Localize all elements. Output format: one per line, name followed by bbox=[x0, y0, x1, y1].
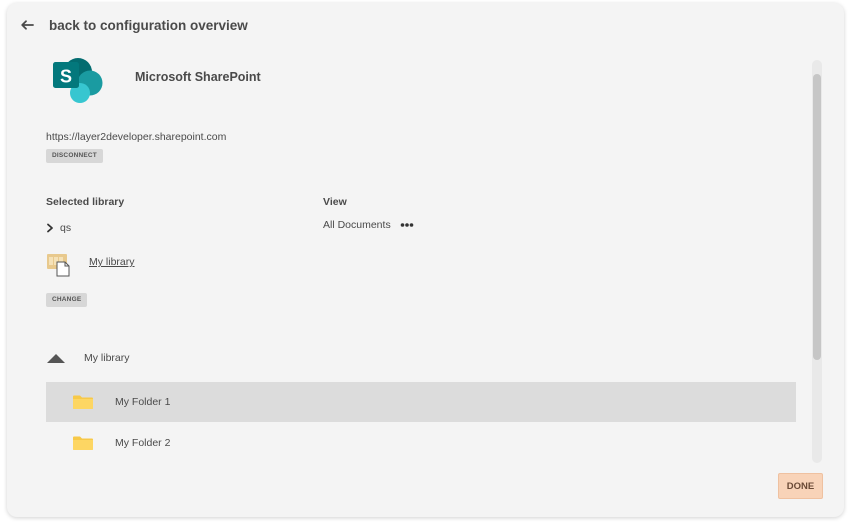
configuration-panel: back to configuration overview S Microso… bbox=[7, 3, 844, 517]
view-value: All Documents bbox=[323, 219, 391, 231]
chevron-right-icon[interactable] bbox=[46, 223, 54, 233]
site-url: https://layer2developer.sharepoint.com bbox=[46, 131, 227, 143]
disconnect-button[interactable]: DISCONNECT bbox=[46, 149, 103, 163]
sharepoint-logo-icon: S bbox=[53, 58, 103, 103]
folder-tree-root-label: My library bbox=[84, 352, 130, 364]
library-document-icon bbox=[47, 254, 70, 277]
folder-name: My Folder 1 bbox=[115, 396, 171, 408]
scroll-content: S Microsoft SharePoint https://layer2dev… bbox=[7, 51, 817, 463]
triangle-up-icon[interactable] bbox=[46, 353, 66, 363]
svg-text:S: S bbox=[60, 67, 72, 87]
scrollbar-thumb[interactable] bbox=[813, 74, 821, 360]
back-link[interactable]: back to configuration overview bbox=[49, 18, 248, 33]
folder-name: My Folder 2 bbox=[115, 437, 171, 449]
done-button[interactable]: DONE bbox=[778, 473, 823, 499]
arrow-left-icon[interactable] bbox=[19, 17, 35, 33]
tree-node-qs[interactable]: qs bbox=[60, 222, 71, 234]
folder-row[interactable]: My Folder 2 bbox=[46, 423, 796, 463]
service-name: Microsoft SharePoint bbox=[135, 70, 261, 84]
change-button[interactable]: CHANGE bbox=[46, 293, 88, 307]
view-label: View bbox=[323, 196, 347, 208]
folder-tree-header[interactable]: My library bbox=[46, 348, 806, 368]
selected-library-label: Selected library bbox=[46, 196, 125, 208]
back-navigation[interactable]: back to configuration overview bbox=[19, 15, 248, 35]
selected-library-link[interactable]: My library bbox=[89, 256, 135, 268]
more-horizontal-icon[interactable] bbox=[400, 221, 414, 229]
folder-row[interactable]: My Folder 1 bbox=[46, 382, 796, 422]
scrollbar[interactable] bbox=[812, 60, 822, 463]
folder-icon bbox=[73, 436, 93, 450]
folder-icon bbox=[73, 395, 93, 409]
